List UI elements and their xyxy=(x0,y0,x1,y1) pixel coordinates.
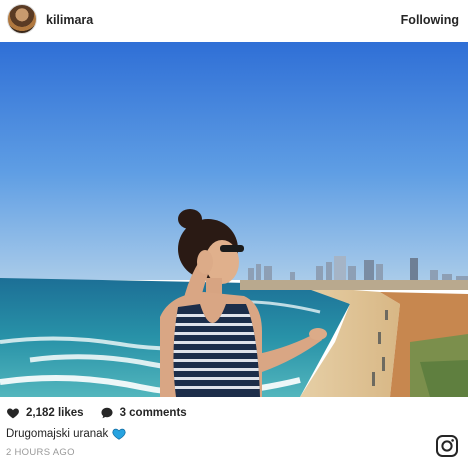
beach-photo-illustration xyxy=(0,42,468,397)
heart-icon[interactable] xyxy=(6,406,20,420)
blue-heart-icon xyxy=(112,428,126,440)
engagement-row: 2,182 likes 3 comments xyxy=(6,405,187,421)
post-header: kilimara Following xyxy=(0,0,468,42)
comments-count: 3 comments xyxy=(119,407,187,419)
caption: Drugomajski uranak xyxy=(6,427,126,440)
post-photo[interactable] xyxy=(0,42,468,397)
likes[interactable]: 2,182 likes xyxy=(6,406,84,420)
likes-count: 2,182 likes xyxy=(26,407,84,419)
timestamp: 2 HOURS AGO xyxy=(6,447,75,458)
comments[interactable]: 3 comments xyxy=(100,406,187,420)
following-button[interactable]: Following xyxy=(401,13,459,27)
caption-text: Drugomajski uranak xyxy=(6,427,109,440)
avatar[interactable] xyxy=(7,4,37,34)
comment-bubble-icon[interactable] xyxy=(100,406,114,420)
instagram-logo-icon[interactable] xyxy=(435,434,459,458)
username[interactable]: kilimara xyxy=(46,13,93,27)
